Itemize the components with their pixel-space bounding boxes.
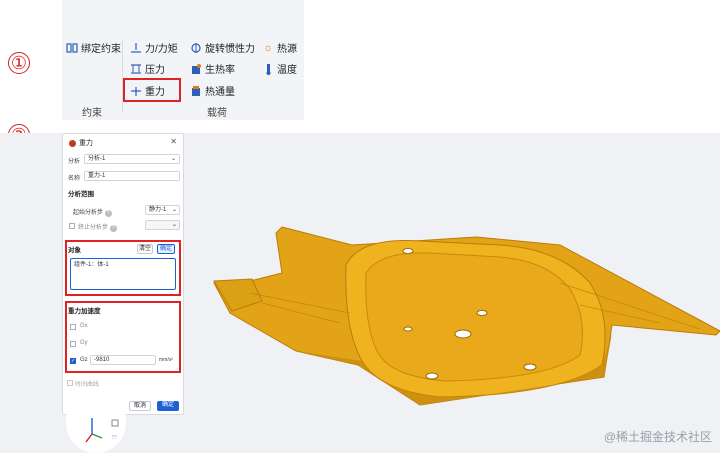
temperature-button[interactable]: 温度 [262,61,297,76]
object-clear-button[interactable]: 清空 [137,244,153,254]
step-1-text: ① [10,52,28,74]
gz-value: -9810 [94,357,110,363]
bind-constraint-icon [66,42,78,54]
ribbon-top-strip [62,0,304,34]
rotation-icon [190,42,202,54]
name-value: 重力-1 [88,173,106,179]
heat-flux-button[interactable]: 热通量 [190,83,235,98]
step-1-marker: ① [8,52,30,74]
rotational-inertia-label: 旋转惯性力 [205,44,255,55]
gx-label: Gx [80,323,88,329]
gy-checkbox[interactable] [70,341,76,347]
object-header: 对象 [68,247,81,254]
name-field[interactable]: 重力-1 [84,171,180,181]
pressure-button[interactable]: 压力 [130,61,165,76]
start-step-label-text: 起始分析步 [73,210,104,216]
axis-icon: ⤧ [85,418,119,443]
gravity-highlight-box [123,78,181,102]
ribbon-panel: 绑定约束 力/力矩 压力 重力 旋转惯性力 生热率 热通量 ☼ 热源 温度 约束… [62,0,304,120]
time-curve-checkbox[interactable] [67,380,73,386]
pressure-icon [130,63,142,75]
heat-generation-label: 生热率 [205,65,235,76]
gy-label: Gy [80,340,88,346]
gz-label: Gz [80,357,88,363]
heat-flux-icon [190,85,202,97]
watermark: @稀土掘金技术社区 [603,430,712,444]
analysis-select[interactable]: 分析-1 ⌄ [84,154,180,164]
gz-unit: mm/s² [159,357,173,363]
object-confirm-button[interactable]: 确定 [157,244,175,254]
time-curve-label: 时间曲线 [75,382,100,388]
heat-source-button[interactable]: ☼ 热源 [262,40,297,56]
gz-input[interactable]: -9810 [90,355,156,365]
gravity-dialog-icon [69,139,76,147]
part-hole [425,372,439,380]
heat-source-icon: ☼ [262,41,274,54]
heat-generation-icon [190,63,202,75]
start-step-value: 静力-1 [149,207,167,213]
part-hole [476,309,488,317]
accel-header: 重力加速度 [68,308,101,315]
force-moment-label: 力/力矩 [145,44,178,55]
ok-button[interactable]: 确定 [157,401,179,411]
part-hole [403,326,413,332]
name-label: 名称 [68,176,81,182]
dialog-title-text: 重力 [79,140,93,147]
temperature-label: 温度 [277,65,297,76]
dialog-title: 重力 [69,138,93,148]
force-icon [130,42,142,54]
gz-checkbox[interactable]: ✓ [70,358,76,364]
heat-source-label: 热源 [277,44,297,55]
part-hole [454,329,472,339]
heat-flux-label: 热通量 [205,87,235,98]
cancel-button[interactable]: 取消 [129,401,151,411]
scope-header: 分析范围 [68,191,94,198]
start-step-label: 起始分析步 ? [73,207,112,217]
bind-constraint-button[interactable]: 绑定约束 [66,40,121,55]
temperature-icon [262,63,274,75]
chevron-down-icon: ⌄ [171,222,177,228]
axis-triad[interactable]: ⤧ [66,412,126,453]
end-step-select[interactable]: ⌄ [145,220,180,230]
chevron-down-icon: ⌄ [170,156,176,162]
end-step-label-text: 终止分析步 [78,225,109,231]
svg-text:⤧: ⤧ [112,435,117,442]
group-constraint-label: 约束 [82,108,102,119]
gravity-dialog: 重力 ✕ 分析 分析-1 ⌄ 名称 重力-1 分析范围 起始分析步 ? 静力-1… [62,133,184,415]
gx-checkbox[interactable] [70,324,76,330]
object-list[interactable]: 组件-1：体-1 [70,258,176,290]
object-list-item[interactable]: 组件-1：体-1 [74,259,175,269]
bind-constraint-label: 绑定约束 [81,44,121,55]
help-icon[interactable]: ? [104,210,112,217]
pressure-label: 压力 [145,65,165,76]
start-step-select[interactable]: 静力-1 ⌄ [145,205,180,215]
chevron-down-icon: ⌄ [171,207,177,213]
rotational-inertia-button[interactable]: 旋转惯性力 [190,40,255,55]
analysis-value: 分析-1 [88,156,106,162]
heat-generation-button[interactable]: 生热率 [190,61,235,76]
close-icon[interactable]: ✕ [170,137,177,146]
end-step-label: 终止分析步 ? [78,222,117,232]
group-load-label: 载荷 [207,108,227,119]
part-hole [523,363,537,371]
force-moment-button[interactable]: 力/力矩 [130,40,178,55]
analysis-label: 分析 [68,159,81,165]
help-icon[interactable]: ? [109,225,117,232]
part-basin-inner [365,252,583,382]
part-hole [402,247,414,255]
end-step-checkbox[interactable] [69,223,75,229]
